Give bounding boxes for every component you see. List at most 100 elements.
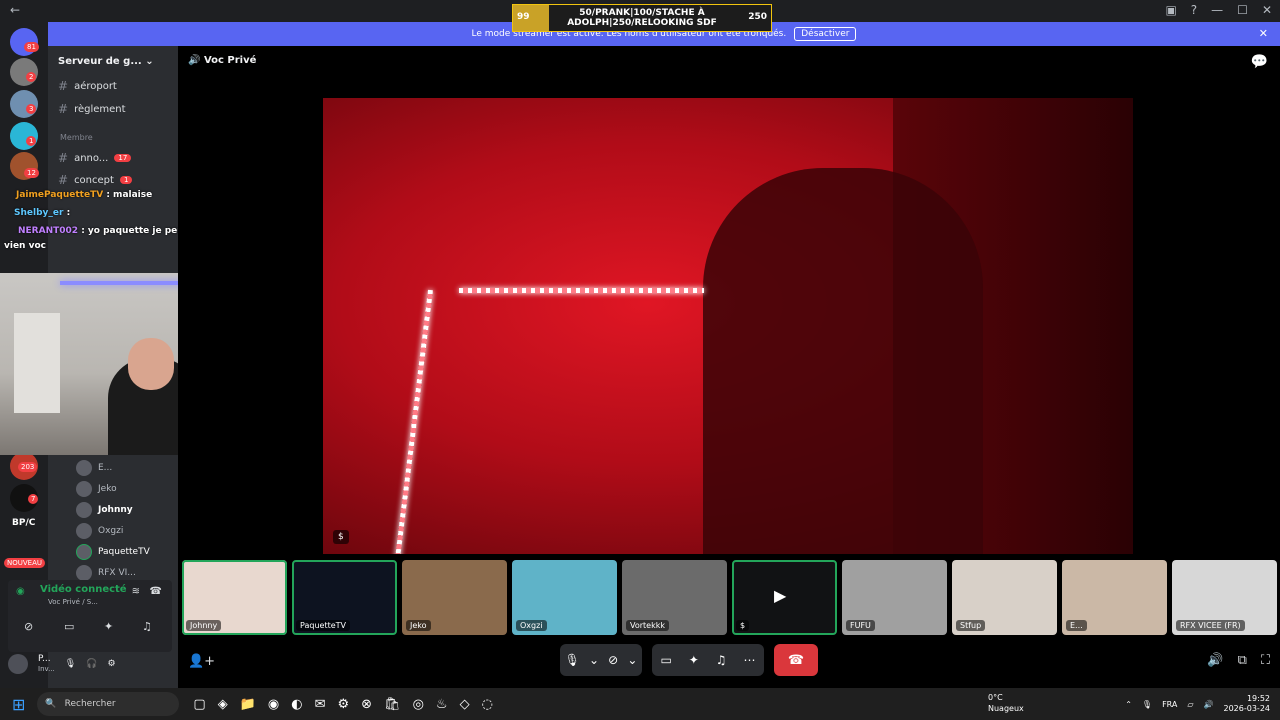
voice-member[interactable]: Oxgzi (76, 523, 123, 539)
category-header[interactable]: Membre (60, 133, 93, 142)
minimize-button[interactable]: — (1211, 3, 1223, 17)
weather-widget[interactable]: 0°C Nuageux (988, 692, 1024, 714)
disable-streamer-button[interactable]: Désactiver (794, 27, 857, 41)
participant-tile[interactable]: Johnny (182, 560, 287, 635)
steam-icon[interactable]: ♨ (436, 697, 448, 712)
channel-item[interactable]: # anno... 17 (58, 151, 132, 165)
more-icon[interactable]: ⋯ (744, 653, 756, 667)
chrome-icon[interactable]: ◉ (268, 697, 279, 712)
task-view-icon[interactable]: ▢ (193, 697, 205, 712)
voice-member[interactable]: RFX VI... (76, 565, 136, 581)
store-icon[interactable]: 🛍 (384, 697, 401, 712)
app-icon[interactable]: ◌ (482, 697, 493, 712)
volume-icon[interactable]: 🔊 (1204, 700, 1214, 709)
camera-off-icon[interactable]: ⊘ (608, 653, 618, 667)
microphone-icon[interactable]: 🎙 (1142, 700, 1152, 709)
soundboard-icon[interactable]: ♫ (142, 620, 152, 633)
server-abbr[interactable]: BP/C (12, 518, 35, 528)
headset-icon[interactable]: 🎧 (86, 659, 97, 669)
microphone-icon[interactable]: 🎙 (65, 659, 76, 669)
network-icon[interactable]: ▱ (1187, 700, 1193, 709)
fullscreen-icon[interactable]: ⛶ (1261, 653, 1270, 668)
soundboard-icon[interactable]: ♫ (716, 653, 727, 667)
taskbar-search[interactable]: 🔍 Rechercher (37, 692, 180, 716)
chat-line: vien voc (4, 241, 46, 251)
member-name: E... (98, 463, 113, 473)
invite-user-icon[interactable]: 👤+ (188, 654, 215, 669)
participant-tile[interactable]: Vortekkk (622, 560, 727, 635)
chat-bubble-icon[interactable]: 💬 (1251, 54, 1268, 70)
copilot-icon[interactable]: ◈ (218, 697, 228, 712)
microphone-icon[interactable]: 🎙 (565, 653, 580, 667)
chat-user: NERANT002 (18, 226, 79, 236)
close-window-button[interactable]: ✕ (1262, 3, 1272, 17)
camera-off-icon[interactable]: ⊘ (24, 620, 33, 633)
file-explorer-icon[interactable]: 📁 (240, 697, 256, 712)
clock[interactable]: 19:52 2026-03-24 (1224, 694, 1271, 714)
participant-name: FUFU (846, 620, 875, 631)
call-controls: 🎙 ⌄ ⊘ ⌄ ▭ ✦ ♫ ⋯ ☎ (560, 644, 818, 676)
participant-tile[interactable]: FUFU (842, 560, 947, 635)
weather-desc: Nuageux (988, 704, 1024, 713)
xbox-icon[interactable]: ⊗ (361, 697, 372, 712)
language-indicator[interactable]: FRA (1162, 700, 1177, 709)
voice-member[interactable]: PaquetteTV (76, 544, 150, 560)
channel-item[interactable]: # règlement (58, 102, 126, 116)
channel-item[interactable]: # concept 1 (58, 173, 133, 187)
member-name: Jeko (98, 484, 117, 494)
server-header[interactable]: Serveur de g... ⌄ (58, 56, 154, 67)
windows-start-icon[interactable]: ⊞ (12, 695, 25, 714)
goal-text-2: ADOLPH|250/RELOOKING SDF (567, 18, 717, 28)
unread-badge: 203 (18, 462, 38, 472)
help-icon[interactable]: ? (1191, 3, 1197, 17)
discord-icon[interactable]: ◎ (413, 697, 424, 712)
member-name: Oxgzi (98, 526, 124, 536)
voice-status-sub[interactable]: Voc Privé / S... (48, 598, 98, 606)
signal-icon[interactable]: ◉ (16, 586, 25, 597)
mic-control[interactable]: 🎙 ⌄ ⊘ ⌄ (560, 644, 642, 676)
mail-icon[interactable]: ✉ (315, 697, 326, 712)
screen-share-icon[interactable]: ▭ (64, 620, 74, 633)
chevron-up-icon[interactable]: ⌃ (1125, 700, 1132, 709)
share-controls[interactable]: ▭ ✦ ♫ ⋯ (652, 644, 764, 676)
popout-icon[interactable]: ⧉ (1238, 653, 1247, 668)
voice-member[interactable]: Johnny (76, 502, 133, 518)
participant-strip: Johnny PaquetteTV Jeko Oxgzi Vortekkk ▶ … (180, 560, 1280, 636)
screen-share-icon[interactable]: ▭ (660, 653, 671, 667)
noise-suppression-icon[interactable]: ≋ (132, 586, 140, 597)
participant-tile[interactable]: E... (1062, 560, 1167, 635)
app-icon[interactable]: ◇ (460, 697, 470, 712)
search-placeholder: Rechercher (64, 699, 116, 709)
maximize-button[interactable]: ☐ (1237, 3, 1248, 17)
participant-tile[interactable]: Oxgzi (512, 560, 617, 635)
settings-icon[interactable]: ⚙ (337, 697, 349, 712)
inbox-icon[interactable]: ▣ (1165, 3, 1176, 17)
chevron-down-icon[interactable]: ⌄ (627, 653, 637, 667)
stream-goal-overlay: 99 50/PRANK|100/STACHE À ADOLPH|250/RELO… (512, 4, 772, 32)
main-video-feed[interactable]: $ (323, 98, 1133, 554)
chat-text: : malaise (106, 190, 153, 200)
settings-gear-icon[interactable]: ⚙ (107, 659, 115, 669)
participant-tile[interactable]: ▶ $ (732, 560, 837, 635)
chevron-down-icon[interactable]: ⌄ (589, 653, 599, 667)
voice-member[interactable]: E... (76, 460, 112, 476)
led-strip-vertical (395, 289, 433, 554)
participant-tile[interactable]: PaquetteTV (292, 560, 397, 635)
user-info[interactable]: P... Inv... (38, 654, 55, 674)
channel-item[interactable]: # aéroport (58, 79, 117, 93)
voice-member[interactable]: Jeko (76, 481, 117, 497)
participant-name: $ (736, 620, 750, 631)
participant-tile[interactable]: Jeko (402, 560, 507, 635)
disconnect-icon[interactable]: ☎ (150, 586, 162, 597)
close-banner-icon[interactable]: ✕ (1259, 27, 1268, 40)
leave-call-button[interactable]: ☎ (774, 644, 818, 676)
participant-tile[interactable]: RFX VICEE (FR) (1172, 560, 1277, 635)
participant-tile[interactable]: Stfup (952, 560, 1057, 635)
user-avatar[interactable] (8, 654, 28, 674)
volume-icon[interactable]: 🔊 (1207, 653, 1223, 668)
activities-icon[interactable]: ✦ (689, 653, 699, 667)
edge-icon[interactable]: ◐ (291, 697, 302, 712)
back-arrow-icon[interactable]: ← (10, 3, 20, 17)
activities-icon[interactable]: ✦ (104, 620, 113, 633)
hash-icon: # (58, 173, 69, 187)
